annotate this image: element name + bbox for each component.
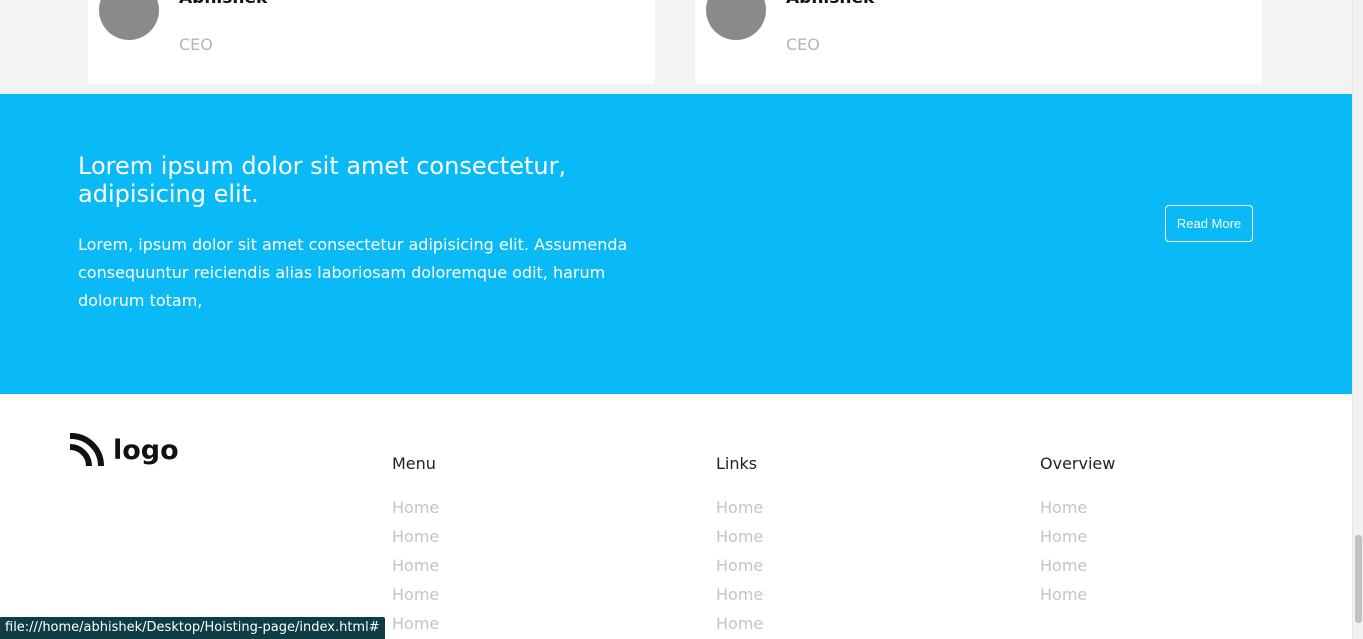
testimonial-name: Abhishek [786, 0, 874, 8]
testimonial-name: Abhishek [179, 0, 267, 8]
testimonial-role: CEO [786, 35, 820, 54]
banner-text: Lorem, ipsum dolor sit amet consectetur … [78, 235, 628, 310]
footer-link[interactable]: Home [716, 613, 763, 639]
footer-column-menu: Menu Home Home Home Home Home [392, 454, 439, 639]
footer-link[interactable]: Home [716, 526, 763, 555]
avatar [706, 0, 766, 40]
read-more-button[interactable]: Read More [1165, 205, 1253, 242]
footer-link[interactable]: Home [1040, 555, 1115, 584]
footer-logo[interactable]: logo [68, 433, 179, 467]
column-heading: Links [716, 454, 758, 473]
browser-status-bar: file:///home/abhishek/Desktop/Hoisting-p… [0, 617, 385, 639]
footer-column-links: Links Home Home Home Home Home [716, 454, 763, 639]
avatar [99, 0, 159, 40]
testimonial-card: Abhishek CEO [88, 0, 655, 84]
column-heading: Menu [392, 454, 436, 473]
footer-link[interactable]: Home [1040, 497, 1115, 526]
footer-link[interactable]: Home [392, 497, 439, 526]
testimonial-cards: Abhishek CEO Abhishek CEO [0, 0, 1352, 94]
scrollbar-thumb[interactable] [1355, 535, 1362, 623]
footer-link[interactable]: Home [392, 555, 439, 584]
testimonial-card: Abhishek CEO [695, 0, 1262, 84]
testimonial-role: CEO [179, 35, 213, 54]
footer: logo Menu Home Home Home Home Home Links… [0, 394, 1352, 639]
vertical-scrollbar[interactable] [1352, 0, 1363, 639]
banner-title: Lorem ipsum dolor sit amet consectetur, … [78, 152, 567, 208]
rss-logo-icon [69, 433, 104, 467]
footer-link[interactable]: Home [1040, 526, 1115, 555]
footer-link[interactable]: Home [716, 584, 763, 613]
cta-banner: Lorem ipsum dolor sit amet consectetur, … [0, 94, 1352, 394]
column-heading: Overview [1040, 454, 1116, 473]
logo-text: logo [113, 434, 179, 466]
footer-link[interactable]: Home [1040, 584, 1115, 613]
footer-link[interactable]: Home [716, 497, 763, 526]
footer-link[interactable]: Home [392, 613, 439, 639]
footer-link[interactable]: Home [392, 526, 439, 555]
footer-link[interactable]: Home [716, 555, 763, 584]
footer-column-overview: Overview Home Home Home Home [1040, 454, 1115, 613]
footer-link[interactable]: Home [392, 584, 439, 613]
